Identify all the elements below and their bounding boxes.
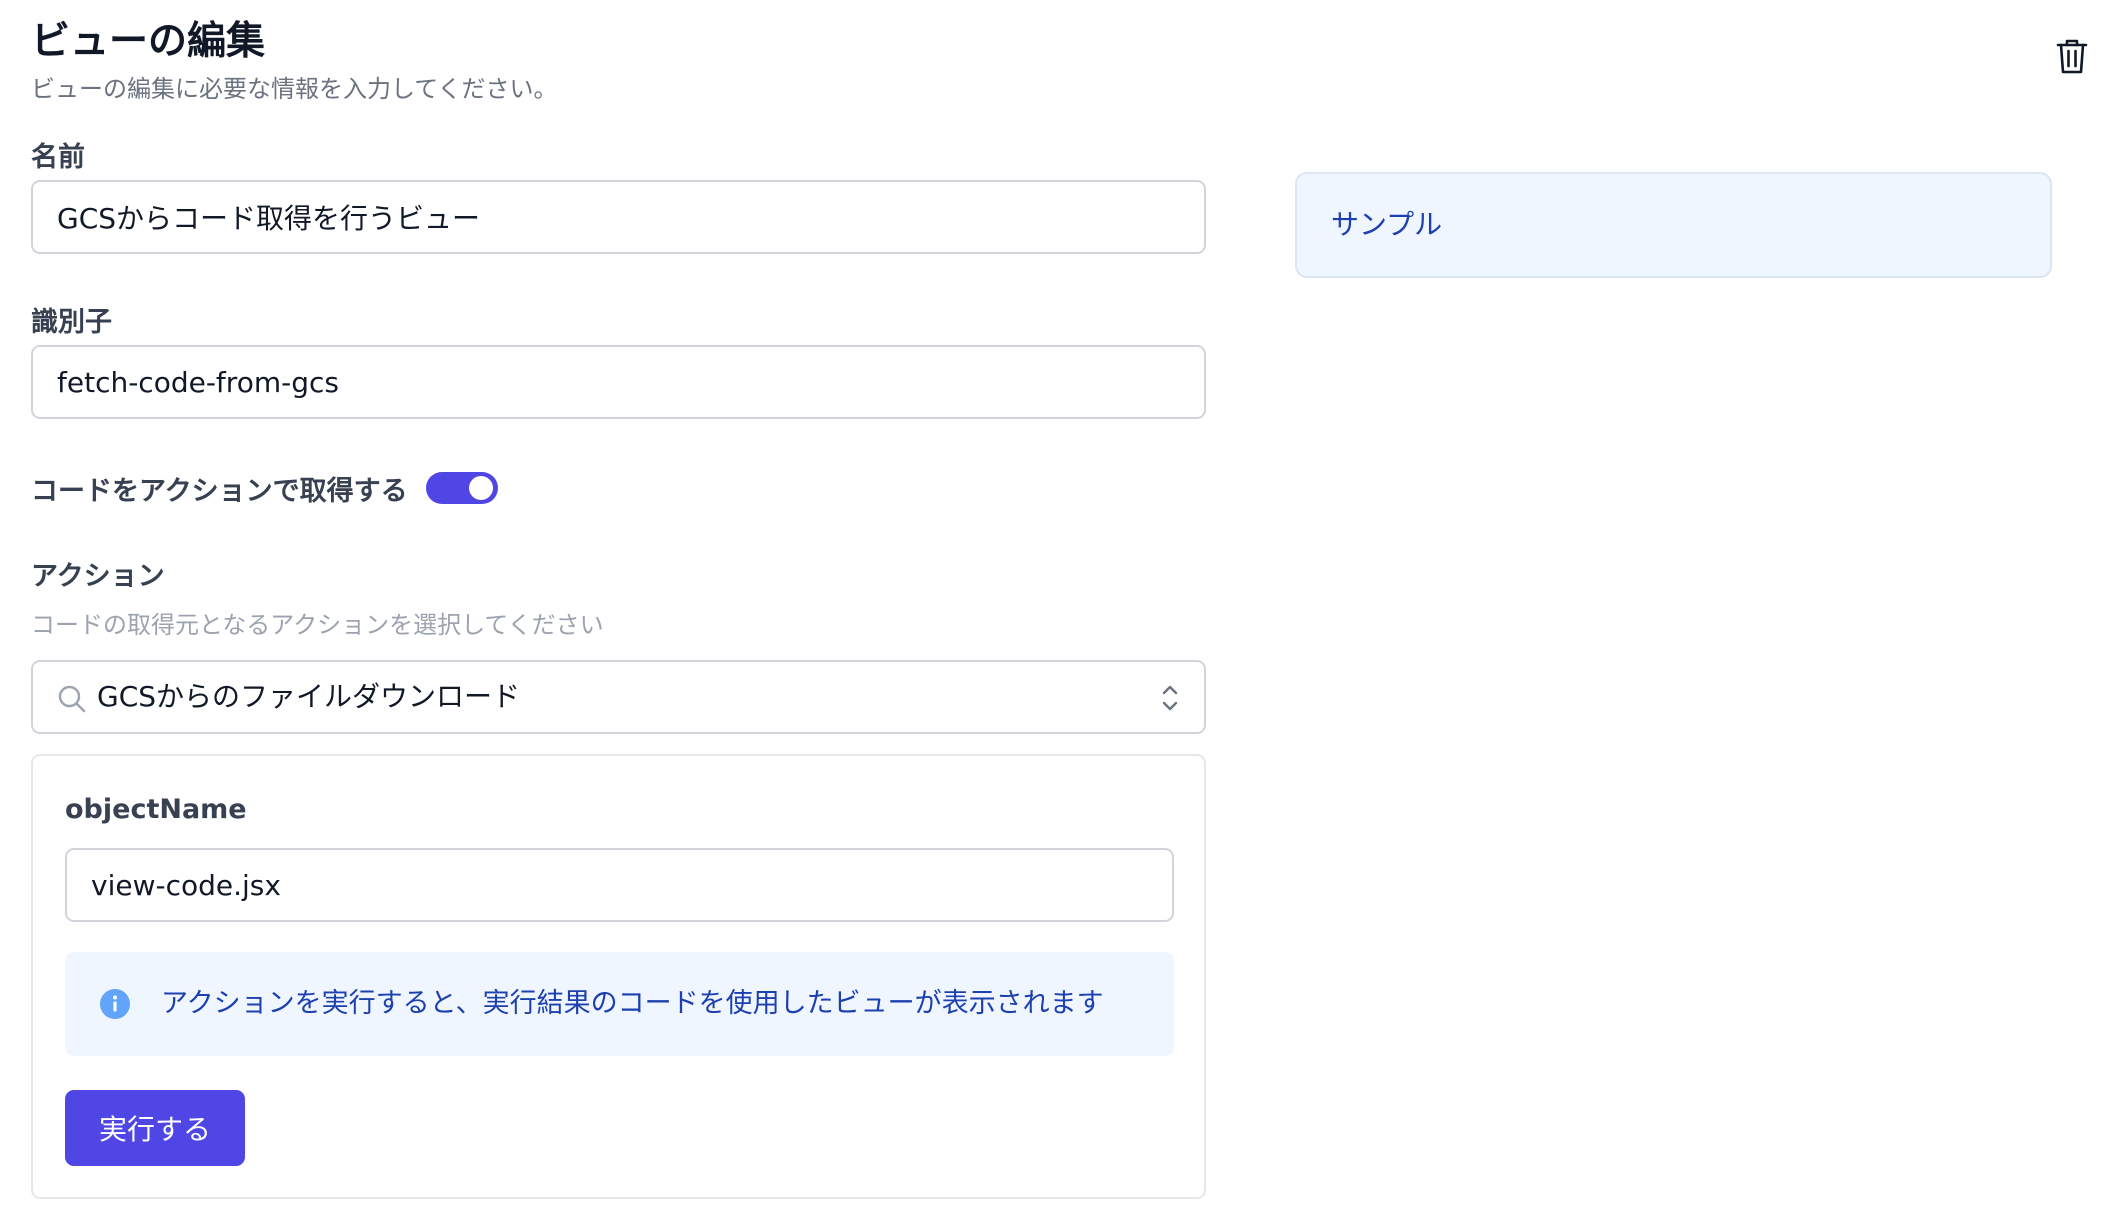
action-select-value: GCSからのファイルダウンロード	[97, 680, 521, 713]
object-name-label: objectName	[65, 794, 247, 825]
fetch-by-action-toggle[interactable]	[425, 472, 498, 504]
info-text: アクションを実行すると、実行結果のコードを使用したビューが表示されます	[161, 988, 1104, 1019]
name-input[interactable]	[31, 180, 1206, 254]
search-icon	[58, 685, 86, 713]
delete-button[interactable]	[2046, 30, 2098, 82]
trash-icon	[2056, 39, 2088, 74]
identifier-label: 識別子	[31, 307, 112, 338]
chevron-up-down-icon	[1162, 685, 1178, 711]
name-label: 名前	[31, 142, 85, 173]
info-alert: アクションを実行すると、実行結果のコードを使用したビューが表示されます	[65, 952, 1174, 1056]
toggle-knob	[468, 476, 493, 500]
sample-preview: サンプル	[1295, 172, 2052, 278]
action-label: アクション	[31, 561, 165, 592]
fetch-by-action-row: コードをアクションで取得する	[31, 468, 498, 508]
action-params-panel: objectName アクションを実行すると、実行結果のコードを使用したビューが…	[31, 754, 1206, 1199]
info-circle-icon	[100, 989, 130, 1019]
run-button[interactable]: 実行する	[65, 1090, 245, 1166]
page-title: ビューの編集	[31, 19, 266, 64]
sample-label: サンプル	[1331, 208, 1443, 241]
identifier-input[interactable]	[31, 345, 1206, 419]
fetch-by-action-label: コードをアクションで取得する	[31, 475, 408, 507]
page-subtitle: ビューの編集に必要な情報を入力してください。	[31, 75, 558, 103]
object-name-input[interactable]	[65, 848, 1174, 922]
action-helper-text: コードの取得元となるアクションを選択してください	[31, 611, 604, 639]
action-select[interactable]: GCSからのファイルダウンロード	[31, 660, 1206, 734]
